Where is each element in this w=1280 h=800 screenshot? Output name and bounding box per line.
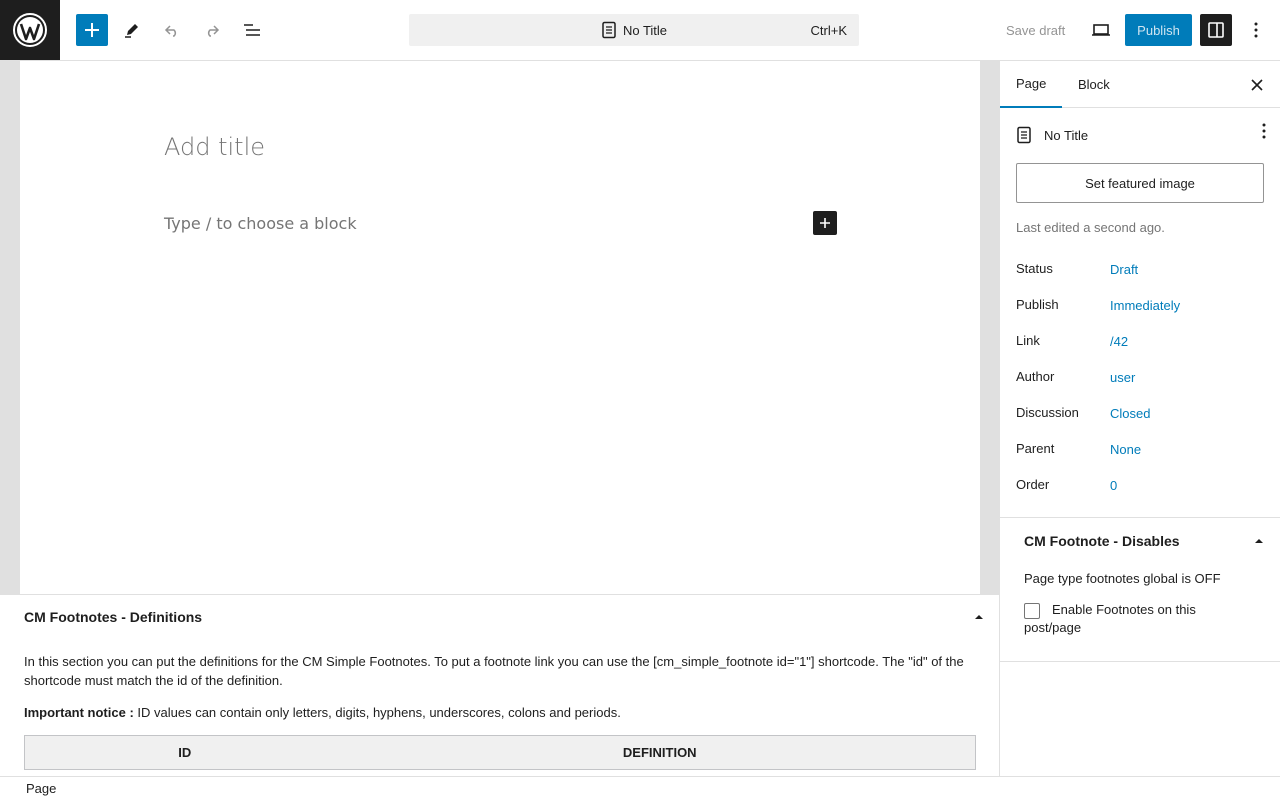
publish-label: Publish bbox=[1016, 297, 1059, 312]
discussion-label: Discussion bbox=[1016, 405, 1079, 420]
order-button[interactable]: 0 bbox=[1110, 478, 1117, 493]
link-row: Link /42 bbox=[1016, 333, 1266, 353]
close-sidebar-button[interactable] bbox=[1245, 73, 1269, 97]
shortcut-hint: Ctrl+K bbox=[810, 23, 847, 38]
enable-footnotes-option: Enable Footnotes on this post/page bbox=[1024, 601, 1224, 637]
post-card-title: No Title bbox=[1044, 127, 1089, 143]
order-row: Order 0 bbox=[1016, 477, 1266, 497]
document-overview-button[interactable] bbox=[236, 14, 268, 46]
undo-button[interactable] bbox=[156, 14, 188, 46]
status-value-button[interactable]: Draft bbox=[1110, 262, 1138, 277]
post-card: No Title bbox=[1016, 121, 1266, 149]
tab-page[interactable]: Page bbox=[1000, 61, 1063, 108]
page-icon bbox=[1017, 126, 1031, 144]
collapse-toggle-icon[interactable] bbox=[974, 612, 984, 622]
default-block-appender[interactable]: Type / to choose a block bbox=[164, 214, 357, 233]
options-menu-button[interactable] bbox=[1240, 14, 1272, 46]
publish-date-button[interactable]: Immediately bbox=[1110, 298, 1180, 313]
footnote-definitions-table: ID DEFINITION bbox=[24, 735, 976, 770]
undo-icon bbox=[164, 25, 177, 37]
sidebar-icon bbox=[1208, 22, 1224, 38]
inline-block-inserter[interactable] bbox=[813, 211, 837, 235]
author-button[interactable]: user bbox=[1110, 370, 1135, 385]
metabox-description: In this section you can put the definiti… bbox=[24, 654, 964, 688]
enable-footnotes-checkbox[interactable] bbox=[1024, 602, 1040, 619]
metabox-heading: CM Footnotes - Definitions bbox=[24, 609, 203, 625]
panel-heading[interactable]: CM Footnote - Disables bbox=[1024, 533, 1180, 549]
column-header-definition: DEFINITION bbox=[344, 735, 976, 770]
vertical-ellipsis-icon bbox=[1262, 123, 1266, 139]
parent-row: Parent None bbox=[1016, 441, 1266, 461]
parent-label: Parent bbox=[1016, 441, 1055, 456]
plus-icon bbox=[820, 218, 830, 228]
post-title-input[interactable]: Add title bbox=[164, 133, 265, 161]
post-actions-button[interactable] bbox=[1262, 123, 1266, 142]
cm-footnote-disables-panel: CM Footnote - Disables Page type footnot… bbox=[1000, 517, 1280, 662]
enable-footnotes-label[interactable]: Enable Footnotes on this post/page bbox=[1024, 602, 1196, 635]
author-label: Author bbox=[1016, 369, 1055, 384]
notice-label: Important notice : bbox=[24, 705, 134, 720]
publish-row: Publish Immediately bbox=[1016, 297, 1266, 317]
vertical-ellipsis-icon bbox=[1254, 22, 1258, 38]
link-label: Link bbox=[1016, 333, 1040, 348]
status-row: Status Draft bbox=[1016, 261, 1266, 281]
redo-button[interactable] bbox=[196, 14, 228, 46]
settings-sidebar-toggle[interactable] bbox=[1200, 14, 1232, 46]
desktop-preview-icon bbox=[1092, 24, 1110, 36]
cm-footnotes-definitions-metabox: CM Footnotes - Definitions In this secti… bbox=[0, 594, 1000, 776]
status-label: Status bbox=[1016, 261, 1053, 276]
wordpress-icon bbox=[13, 13, 47, 47]
sidebar-tabs: Page Block bbox=[1000, 61, 1280, 108]
collapse-toggle-icon[interactable] bbox=[1254, 536, 1264, 546]
pencil-icon bbox=[125, 24, 138, 38]
last-edited-text: Last edited a second ago. bbox=[1016, 220, 1165, 235]
order-label: Order bbox=[1016, 477, 1050, 492]
author-row: Author user bbox=[1016, 369, 1266, 389]
list-view-icon bbox=[244, 24, 260, 36]
tab-block[interactable]: Block bbox=[1062, 61, 1126, 108]
editor-footer: Page bbox=[0, 776, 1280, 800]
publish-button[interactable]: Publish bbox=[1125, 14, 1192, 46]
parent-button[interactable]: None bbox=[1110, 442, 1141, 457]
editor-canvas[interactable]: Add title Type / to choose a block bbox=[20, 61, 980, 594]
block-inserter-toggle[interactable] bbox=[76, 14, 108, 46]
editor-header: No Title Ctrl+K Save draft Publish bbox=[0, 0, 1280, 61]
plus-icon bbox=[85, 23, 99, 37]
block-breadcrumb[interactable]: Page bbox=[26, 781, 56, 796]
redo-icon bbox=[207, 25, 220, 37]
notice-text: ID values can contain only letters, digi… bbox=[133, 705, 621, 720]
settings-sidebar: Page Block No Title Set featured image L… bbox=[999, 61, 1280, 776]
page-icon bbox=[602, 21, 616, 39]
preview-button[interactable] bbox=[1085, 14, 1117, 46]
discussion-row: Discussion Closed bbox=[1016, 405, 1266, 425]
wordpress-logo-button[interactable] bbox=[0, 0, 60, 60]
command-palette-bar[interactable]: No Title Ctrl+K bbox=[409, 14, 859, 46]
discussion-button[interactable]: Closed bbox=[1110, 406, 1150, 421]
document-title: No Title bbox=[601, 21, 667, 39]
tools-button[interactable] bbox=[116, 14, 148, 46]
column-header-id: ID bbox=[24, 735, 345, 770]
save-draft-button[interactable]: Save draft bbox=[996, 14, 1075, 46]
important-notice: Important notice : ID values can contain… bbox=[24, 703, 974, 722]
permalink-button[interactable]: /42 bbox=[1110, 334, 1128, 349]
global-footnotes-status: Page type footnotes global is OFF bbox=[1024, 571, 1221, 586]
close-icon bbox=[1251, 79, 1263, 91]
editor-canvas-area: Add title Type / to choose a block bbox=[0, 61, 1000, 594]
document-title-text: No Title bbox=[622, 22, 668, 38]
set-featured-image-button[interactable]: Set featured image bbox=[1016, 163, 1264, 203]
